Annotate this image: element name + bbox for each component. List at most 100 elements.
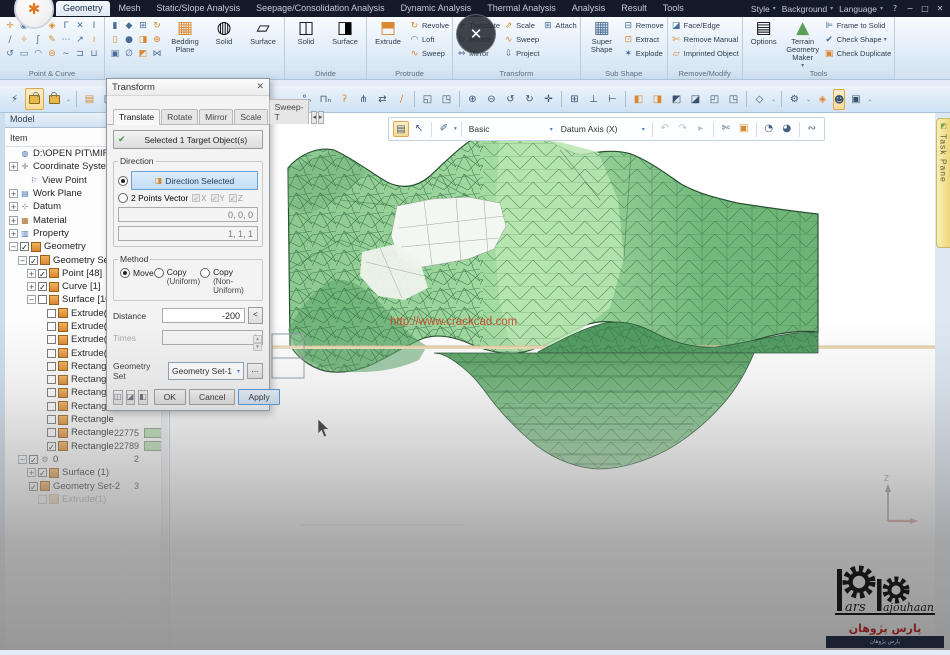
ribbon-icon-point-curve-17[interactable]: ⊖: [45, 47, 59, 61]
delete-datum-icon[interactable]: ✄: [718, 121, 734, 137]
selected-target-button[interactable]: ✔ Selected 1 Target Object(s): [113, 130, 263, 149]
tree-checkbox[interactable]: [47, 335, 56, 344]
active-user-icon[interactable]: ☻: [833, 89, 845, 110]
zoom-out-icon[interactable]: ⊖: [483, 91, 500, 108]
lock-icon[interactable]: [46, 89, 63, 109]
project-button[interactable]: ⇩Project: [503, 47, 539, 60]
tree-checkbox[interactable]: ✓: [38, 269, 47, 278]
tree-checkbox[interactable]: [47, 349, 56, 358]
link-icon[interactable]: ∾: [804, 121, 820, 137]
ribbon-icon-point-curve-10[interactable]: ✎: [45, 33, 59, 47]
dialog-tab-sweep-t[interactable]: Sweep-T: [269, 99, 310, 124]
rotate-cw-icon[interactable]: ↻: [521, 91, 538, 108]
ribbon-icon-point-curve-11[interactable]: ⋯: [59, 33, 73, 47]
tree-row-0-23[interactable]: −✓⚙02: [5, 453, 169, 466]
gear-caret-icon[interactable]: ⌄: [805, 91, 812, 108]
surface-button[interactable]: ▱Surface: [245, 19, 281, 46]
next-view-icon[interactable]: ↷: [675, 121, 691, 137]
tree-expander-icon[interactable]: +: [9, 202, 18, 211]
tree-row-rectangle-21[interactable]: Rectangle22775: [5, 426, 169, 439]
dialog-tab-scale[interactable]: Scale: [234, 109, 267, 124]
dialog-title-bar[interactable]: Transform ✕: [107, 79, 269, 96]
dynamic-view-icon[interactable]: ⚡: [6, 91, 23, 108]
viewport-3d[interactable]: http://www.crackcad.com Z ▤↖✐▾Basic▾Datu…: [170, 112, 935, 650]
select-swap-icon[interactable]: ⇄: [374, 91, 391, 108]
super-shape-button[interactable]: ▦Super Shape: [584, 19, 620, 54]
ribbon-icon-point-curve-18[interactable]: ∼: [59, 47, 73, 61]
tree-expander-icon[interactable]: +: [9, 189, 18, 198]
ribbon-icon-create-2[interactable]: ⊞: [136, 19, 150, 33]
menu-tab-geometry[interactable]: Geometry: [56, 1, 110, 16]
scale-button[interactable]: ⇗Scale: [503, 19, 539, 32]
tree-checkbox[interactable]: ✓: [29, 256, 38, 265]
tree-checkbox[interactable]: [47, 309, 56, 318]
zoom-in-icon[interactable]: ⊕: [464, 91, 481, 108]
apply-button[interactable]: Apply: [238, 389, 279, 405]
datum-plane-icon[interactable]: ▣: [736, 121, 752, 137]
menu-tab-tools[interactable]: Tools: [656, 1, 691, 16]
menu-tab-static-slope-analysis[interactable]: Static/Slope Analysis: [150, 1, 248, 16]
bedding-plane-button[interactable]: ▦Bedding Plane: [167, 19, 203, 54]
view-left-icon[interactable]: ◩: [668, 91, 685, 108]
dialog-tab-translate[interactable]: Translate: [113, 109, 160, 125]
two-points-vector-radio[interactable]: [118, 193, 128, 203]
snap-normal-icon[interactable]: ⊓ₙ: [317, 91, 334, 108]
ribbon-icon-point-curve-6[interactable]: Ι: [87, 19, 101, 33]
ribbon-icon-point-curve-4[interactable]: Γ: [59, 19, 73, 33]
surface-button[interactable]: ◨Surface: [327, 19, 363, 46]
ribbon-icon-point-curve-7[interactable]: ∕: [3, 33, 17, 47]
more-caret-icon[interactable]: ⌄: [866, 91, 873, 108]
tree-checkbox[interactable]: [38, 495, 47, 504]
tree-checkbox[interactable]: ✓: [47, 442, 56, 451]
remove-manual-button[interactable]: ✄Remove Manual: [671, 33, 739, 46]
ribbon-icon-point-curve-20[interactable]: ⊔: [87, 47, 101, 61]
select-filter-icon[interactable]: ▤: [393, 121, 409, 137]
ribbon-icon-point-curve-14[interactable]: ↺: [3, 47, 17, 61]
ribbon-icon-create-6[interactable]: ◨: [136, 33, 150, 47]
draw-datum-icon[interactable]: ✐: [436, 121, 452, 137]
close-icon[interactable]: ✕: [934, 4, 946, 13]
copy-settings-button[interactable]: ◪: [126, 390, 136, 405]
ribbon-icon-point-curve-16[interactable]: ◠: [31, 47, 45, 61]
clock-icon[interactable]: ◔: [761, 121, 777, 137]
tree-checkbox[interactable]: [47, 428, 56, 437]
minimize-icon[interactable]: −: [904, 4, 916, 13]
terrain-geometry-maker-button[interactable]: ▲Terrain Geometry Maker▾: [785, 19, 821, 69]
tree-expander-icon[interactable]: +: [27, 282, 36, 291]
direction-selected-radio[interactable]: [118, 176, 128, 186]
tree-expander-icon[interactable]: +: [9, 162, 18, 171]
z-checkbox[interactable]: ✓: [229, 194, 237, 202]
view-back-icon[interactable]: ◨: [649, 91, 666, 108]
tree-expander-icon[interactable]: +: [27, 468, 36, 477]
menu-background[interactable]: Background: [782, 4, 827, 14]
distance-pick-button[interactable]: <: [248, 307, 263, 324]
shield-icon[interactable]: ◈: [814, 91, 831, 108]
ribbon-icon-point-curve-12[interactable]: ↗: [73, 33, 87, 47]
tree-row-extrude-1-26[interactable]: Extrude(1): [5, 493, 169, 506]
pan-icon[interactable]: ✛: [540, 91, 557, 108]
tree-row-rectangle-22[interactable]: ✓Rectangle22789: [5, 440, 169, 453]
menu-tab-result[interactable]: Result: [614, 1, 654, 16]
tree-checkbox[interactable]: ✓: [38, 282, 47, 291]
vector-start-field[interactable]: [118, 207, 258, 222]
tree-checkbox[interactable]: ✓: [20, 242, 29, 251]
ribbon-icon-create-10[interactable]: ◩: [136, 47, 150, 61]
view-top-icon[interactable]: ◰: [706, 91, 723, 108]
zoom-extents-icon[interactable]: ◳: [438, 91, 455, 108]
remove-button[interactable]: ⊟Remove: [623, 19, 664, 32]
tree-expander-icon[interactable]: −: [27, 295, 36, 304]
tree-checkbox[interactable]: [47, 362, 56, 371]
face-edge-button[interactable]: ◪Face/Edge: [671, 19, 739, 32]
ribbon-icon-create-8[interactable]: ▣: [108, 47, 122, 61]
history-clock-icon[interactable]: ◕: [779, 121, 795, 137]
play-icon[interactable]: ▸: [693, 121, 709, 137]
tree-checkbox[interactable]: [47, 415, 56, 424]
select-tree-icon[interactable]: ⋔: [355, 91, 372, 108]
ribbon-icon-point-curve-9[interactable]: ʃ: [31, 33, 45, 47]
menu-tab-analysis[interactable]: Analysis: [565, 1, 613, 16]
dialog-close-icon[interactable]: ✕: [256, 82, 264, 92]
menu-tab-dynamic-analysis[interactable]: Dynamic Analysis: [394, 1, 479, 16]
x-checkbox[interactable]: ✓: [192, 194, 200, 202]
restore-icon[interactable]: □: [919, 4, 931, 13]
ribbon-icon-point-curve-13[interactable]: ≀: [87, 33, 101, 47]
